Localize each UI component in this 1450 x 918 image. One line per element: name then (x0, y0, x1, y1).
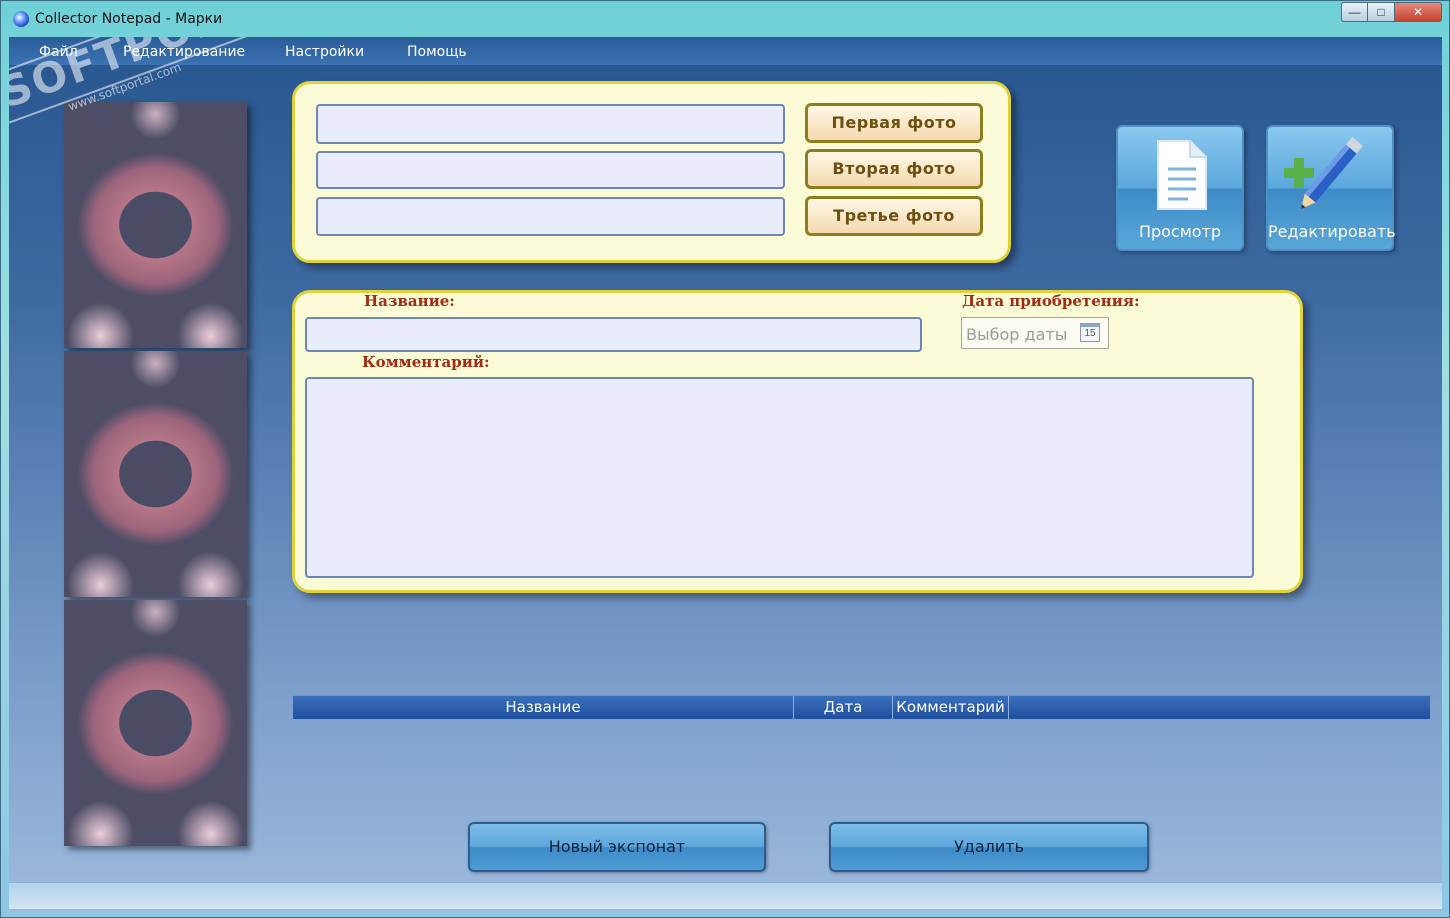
title-bar[interactable]: Collector Notepad - Марки — □ ✕ (1, 1, 1449, 37)
menu-file[interactable]: Файл (39, 44, 78, 60)
column-header-comment[interactable]: Комментарий (893, 696, 1009, 719)
window-controls: — □ ✕ (1341, 2, 1442, 22)
new-item-button[interactable]: Новый экспонат (468, 822, 766, 872)
menu-bar: Файл Редактирование Настройки Помощь (9, 37, 1442, 65)
name-input[interactable] (305, 317, 922, 352)
document-icon (1157, 140, 1207, 210)
photo-path-field-1[interactable] (316, 104, 785, 144)
photo-path-field-3[interactable] (316, 197, 785, 236)
calendar-icon[interactable]: 15 (1080, 323, 1100, 342)
photo-preview-2[interactable] (64, 351, 247, 597)
items-grid-header: Название Дата Комментарий (293, 695, 1430, 719)
date-placeholder: Выбор даты (966, 325, 1068, 344)
client-area: Файл Редактирование Настройки Помощь SOF… (9, 37, 1442, 911)
maximize-button[interactable]: □ (1368, 2, 1395, 22)
photo-files-panel: Первая фото Вторая фото Третье фото (292, 81, 1011, 263)
third-photo-button[interactable]: Третье фото (805, 196, 983, 236)
photo-preview-3[interactable] (64, 600, 247, 846)
edit-button-label: Редактировать (1268, 222, 1396, 241)
second-photo-button[interactable]: Вторая фото (805, 149, 983, 189)
view-button[interactable]: Просмотр (1116, 125, 1244, 251)
app-window: Collector Notepad - Марки — □ ✕ Файл Ред… (0, 0, 1450, 918)
status-bar (9, 882, 1442, 909)
first-photo-button[interactable]: Первая фото (805, 103, 983, 143)
menu-edit[interactable]: Редактирование (123, 44, 245, 60)
comment-textarea[interactable] (305, 377, 1254, 578)
minimize-button[interactable]: — (1341, 2, 1368, 22)
delete-button[interactable]: Удалить (829, 822, 1149, 872)
photo-preview-1[interactable] (64, 102, 247, 348)
pencil-plus-icon (1284, 136, 1364, 209)
purchase-date-picker[interactable]: Выбор даты 15 (961, 317, 1109, 349)
menu-settings[interactable]: Настройки (285, 44, 364, 60)
app-logo-icon (13, 11, 29, 27)
edit-button[interactable]: Редактировать (1266, 125, 1396, 251)
close-button[interactable]: ✕ (1395, 2, 1442, 22)
name-label: Название: (364, 292, 455, 310)
column-header-date[interactable]: Дата (794, 696, 893, 719)
purchase-date-label: Дата приобретения: (962, 292, 1140, 310)
photo-path-field-2[interactable] (316, 151, 785, 189)
menu-help[interactable]: Помощь (407, 44, 467, 60)
column-header-name[interactable]: Название (293, 696, 794, 719)
view-button-label: Просмотр (1138, 222, 1222, 241)
window-title: Collector Notepad - Марки (35, 11, 223, 27)
comment-label: Комментарий: (362, 353, 490, 371)
